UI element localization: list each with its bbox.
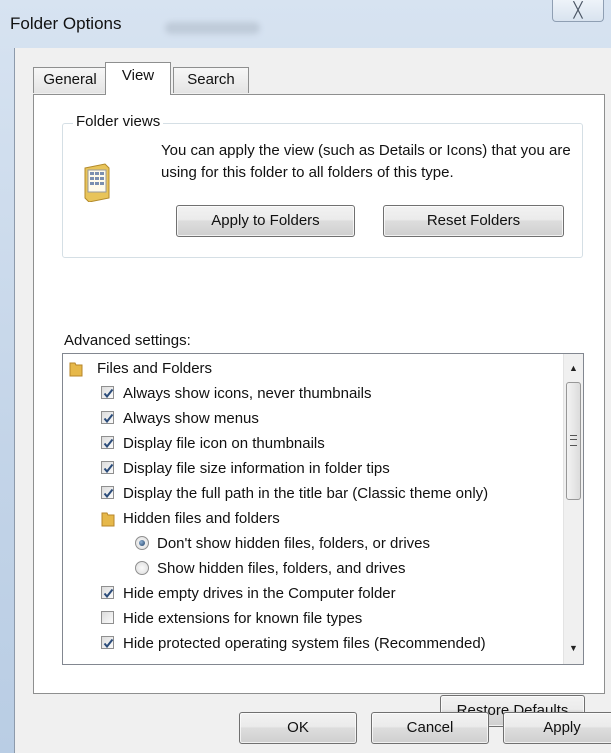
- list-item[interactable]: Always show menus: [63, 406, 563, 431]
- checkmark-icon: [103, 438, 114, 449]
- checkbox[interactable]: [101, 611, 114, 624]
- radio-selected-dot: [139, 540, 145, 546]
- list-item[interactable]: Always show icons, never thumbnails: [63, 381, 563, 406]
- blurred-title-text: [165, 22, 260, 34]
- checkmark-icon: [103, 463, 114, 474]
- tab-search[interactable]: Search: [173, 67, 249, 93]
- checkmark-icon: [103, 388, 114, 399]
- list-item-label: Display file icon on thumbnails: [123, 435, 325, 452]
- list-item-label: Hide empty drives in the Computer folder: [123, 585, 396, 602]
- close-icon: ╳: [573, 2, 583, 19]
- checkmark-icon: [103, 488, 114, 499]
- checkmark-icon: [103, 638, 114, 649]
- checkbox[interactable]: [101, 636, 114, 649]
- checkbox[interactable]: [101, 436, 114, 449]
- tab-general[interactable]: General: [33, 67, 107, 93]
- list-item[interactable]: Display file size information in folder …: [63, 456, 563, 481]
- list-item-label: Hide protected operating system files (R…: [123, 635, 486, 652]
- checkbox[interactable]: [101, 486, 114, 499]
- folder-views-description: You can apply the view (such as Details …: [161, 142, 571, 181]
- checkbox[interactable]: [101, 586, 114, 599]
- folder-icon: [101, 512, 115, 527]
- folder-view-icon: [81, 162, 113, 203]
- list-item-label: Show hidden files, folders, and drives: [157, 560, 406, 577]
- advanced-settings-label: Advanced settings:: [64, 332, 191, 349]
- list-item-label: Don't show hidden files, folders, or dri…: [157, 535, 430, 552]
- list-item-label: Hide extensions for known file types: [123, 610, 363, 627]
- list-item[interactable]: Display file icon on thumbnails: [63, 431, 563, 456]
- folder-icon: [69, 362, 83, 377]
- list-item[interactable]: Show hidden files, folders, and drives: [63, 556, 563, 581]
- list-item: Hidden files and folders: [63, 506, 563, 531]
- close-button[interactable]: ╳: [552, 0, 604, 22]
- scrollbar-thumb[interactable]: [566, 382, 581, 500]
- list-item: Files and Folders: [63, 356, 563, 381]
- title-bar[interactable]: Folder Options ╳: [0, 0, 611, 50]
- checkbox[interactable]: [101, 461, 114, 474]
- checkmark-icon: [103, 413, 114, 424]
- dialog-client-area: General View Search Folder views You can…: [14, 48, 611, 753]
- list-item[interactable]: Hide extensions for known file types: [63, 606, 563, 631]
- list-item-label: Files and Folders: [97, 360, 213, 377]
- list-item[interactable]: Display the full path in the title bar (…: [63, 481, 563, 506]
- radio-button[interactable]: [135, 561, 149, 575]
- checkmark-icon: [103, 588, 114, 599]
- list-item-label: Always show menus: [123, 410, 259, 427]
- list-item-label: Hidden files and folders: [123, 510, 280, 527]
- window-title: Folder Options: [10, 14, 122, 33]
- cancel-button[interactable]: Cancel: [371, 712, 489, 744]
- tab-view[interactable]: View: [105, 62, 171, 95]
- list-item[interactable]: Hide empty drives in the Computer folder: [63, 581, 563, 606]
- scroll-grip-icon: [570, 435, 577, 446]
- checkbox[interactable]: [101, 411, 114, 424]
- vertical-scrollbar[interactable]: ▲ ▼: [563, 354, 583, 664]
- radio-button[interactable]: [135, 536, 149, 550]
- folder-views-legend: Folder views: [73, 113, 164, 130]
- apply-to-folders-button[interactable]: Apply to Folders: [176, 205, 355, 237]
- reset-folders-button[interactable]: Reset Folders: [383, 205, 564, 237]
- list-item-label: Always show icons, never thumbnails: [123, 385, 372, 402]
- folder-views-group: Folder views You can apply the view (suc…: [62, 113, 583, 258]
- apply-button[interactable]: Apply: [503, 712, 611, 744]
- list-item[interactable]: Don't show hidden files, folders, or dri…: [63, 531, 563, 556]
- list-item-label: Display file size information in folder …: [123, 460, 390, 477]
- view-tab-panel: Folder views You can apply the view (suc…: [33, 94, 605, 727]
- folder-options-dialog: Folder Options ╳ General View Search Fol…: [0, 0, 611, 753]
- list-item[interactable]: Hide protected operating system files (R…: [63, 631, 563, 656]
- list-item-label: Display the full path in the title bar (…: [123, 485, 489, 502]
- advanced-settings-list[interactable]: Files and Folders Always show icons, nev…: [62, 353, 584, 665]
- scroll-down-arrow-icon[interactable]: ▼: [564, 638, 583, 658]
- ok-button[interactable]: OK: [239, 712, 357, 744]
- scroll-up-arrow-icon[interactable]: ▲: [564, 358, 583, 378]
- checkbox[interactable]: [101, 386, 114, 399]
